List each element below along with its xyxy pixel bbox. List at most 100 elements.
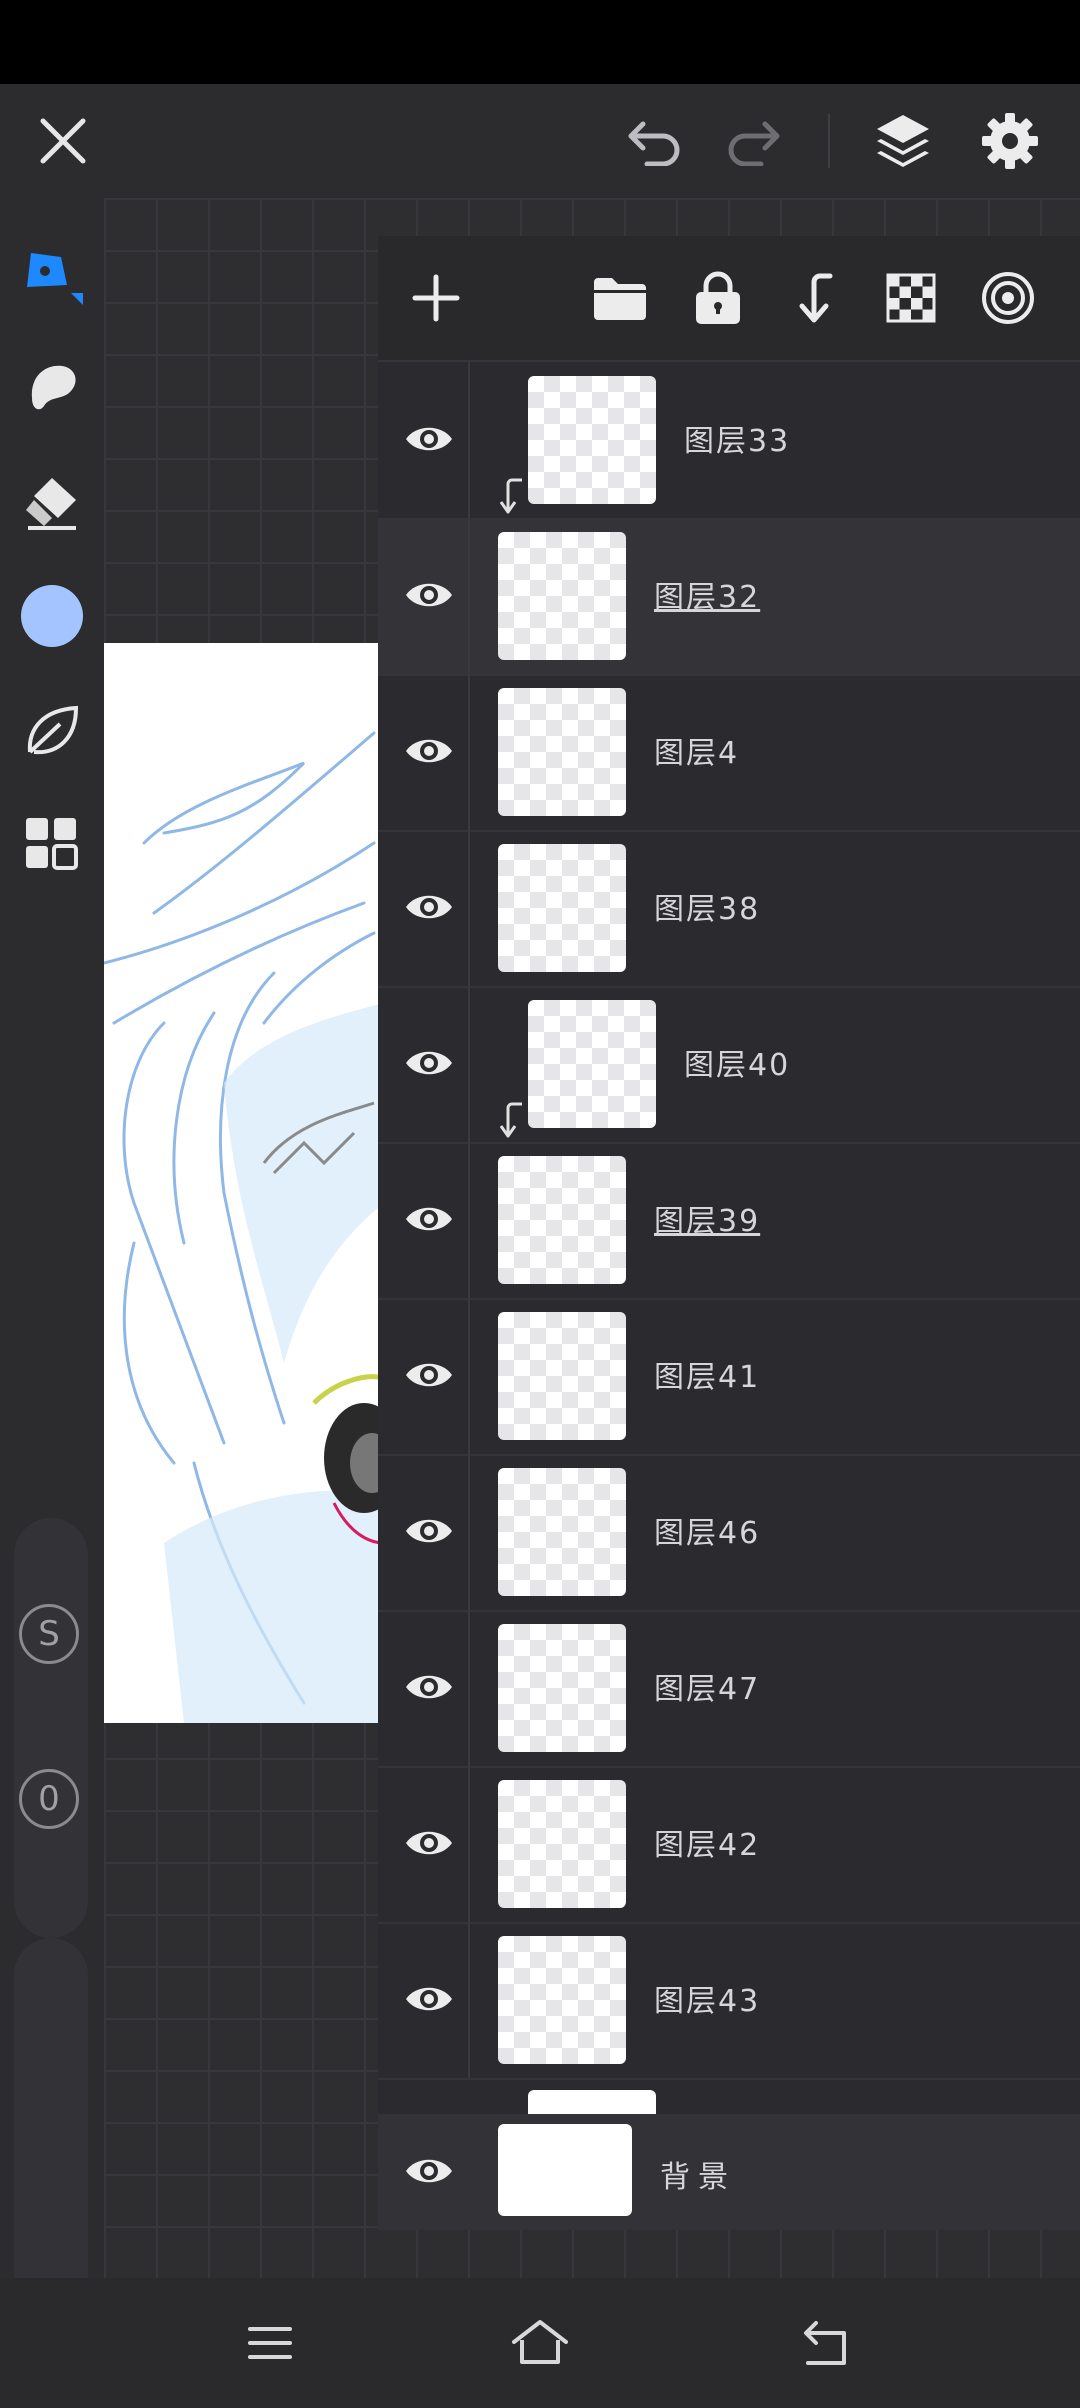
sketch-drawing: [104, 731, 384, 1723]
home-icon: [512, 2320, 568, 2364]
hidden-layer-thumbnail-peek: [528, 2090, 656, 2114]
background-thumbnail: [498, 2124, 632, 2216]
system-nav-bar: [0, 2278, 1080, 2408]
layer-thumbnail: [498, 1624, 626, 1752]
layer-row[interactable]: 图层40: [378, 986, 1080, 1144]
layer-row[interactable]: 图层32: [378, 518, 1080, 676]
layer-row[interactable]: 图层46: [378, 1454, 1080, 1612]
visibility-toggle[interactable]: [392, 1182, 466, 1256]
visibility-toggle[interactable]: [392, 558, 466, 632]
layer-name: 图层4: [654, 736, 740, 771]
brush-library-button[interactable]: [10, 688, 94, 772]
background-layer-row[interactable]: 背景: [378, 2114, 1080, 2230]
eye-icon: [406, 895, 452, 919]
layer-name: 图层38: [654, 892, 761, 927]
top-toolbar: [0, 84, 1080, 198]
visibility-column-divider: [468, 1454, 470, 1610]
lock-button[interactable]: [678, 258, 758, 338]
layer-row[interactable]: 图层33: [378, 362, 1080, 520]
visibility-toggle[interactable]: [392, 1806, 466, 1880]
reference-button[interactable]: [968, 258, 1048, 338]
layer-name: 图层32: [654, 580, 761, 615]
visibility-toggle[interactable]: [392, 870, 466, 944]
visibility-toggle[interactable]: [392, 1962, 466, 2036]
eye-icon: [406, 427, 452, 451]
smudge-tool-button[interactable]: [10, 346, 94, 430]
eye-icon: [406, 1207, 452, 1231]
settings-button[interactable]: [965, 84, 1055, 198]
pen-tool-button[interactable]: [10, 232, 94, 316]
layer-row[interactable]: 图层38: [378, 830, 1080, 988]
visibility-column-divider: [468, 830, 470, 986]
add-layer-button[interactable]: [396, 258, 476, 338]
eye-icon: [406, 1675, 452, 1699]
target-icon: [982, 272, 1034, 324]
grid-icon: [26, 818, 78, 870]
layer-row[interactable]: 图层41: [378, 1298, 1080, 1456]
home-button[interactable]: [490, 2298, 590, 2388]
menu-icon: [248, 2327, 292, 2359]
close-button[interactable]: [18, 84, 108, 198]
artwork-canvas[interactable]: [104, 643, 384, 1723]
brush-size-slider[interactable]: [14, 1518, 88, 1938]
layer-row[interactable]: 图层47: [378, 1610, 1080, 1768]
eye-icon: [406, 1051, 452, 1075]
redo-button[interactable]: [708, 84, 798, 198]
undo-icon: [628, 121, 680, 166]
back-button[interactable]: [775, 2298, 875, 2388]
transparency-button[interactable]: [871, 258, 951, 338]
back-icon: [804, 2321, 846, 2365]
menu-button[interactable]: [220, 2298, 320, 2388]
visibility-column-divider: [468, 1298, 470, 1454]
lock-icon: [696, 271, 740, 324]
visibility-column-divider: [468, 1142, 470, 1298]
layer-name: 图层46: [654, 1516, 761, 1551]
visibility-toggle[interactable]: [392, 1494, 466, 1568]
eye-icon: [406, 583, 452, 607]
layer-row[interactable]: 图层42: [378, 1766, 1080, 1924]
color-swatch-button[interactable]: [10, 574, 94, 658]
visibility-column-divider: [468, 674, 470, 830]
eraser-tool-button[interactable]: [10, 460, 94, 544]
eraser-icon: [26, 478, 76, 530]
layer-row[interactable]: 图层39: [378, 1142, 1080, 1300]
eye-icon: [406, 1519, 452, 1543]
eye-icon: [406, 1363, 452, 1387]
layer-name: 图层43: [654, 1984, 761, 2019]
visibility-toggle[interactable]: [392, 1650, 466, 1724]
visibility-toggle[interactable]: [392, 1026, 466, 1100]
layer-thumbnail: [498, 1780, 626, 1908]
folder-button[interactable]: [580, 258, 660, 338]
visibility-column-divider: [468, 986, 470, 1142]
clipping-mask-arrow-icon: [499, 478, 522, 514]
eye-icon: [406, 1987, 452, 2011]
merge-down-button[interactable]: [774, 258, 854, 338]
visibility-column-divider: [468, 1610, 470, 1766]
visibility-toggle[interactable]: [392, 1338, 466, 1412]
clipping-mask-arrow-icon: [499, 1102, 522, 1138]
layer-row[interactable]: 图层4: [378, 674, 1080, 832]
gallery-button[interactable]: [10, 802, 94, 886]
eye-icon: [406, 2159, 452, 2183]
visibility-toggle[interactable]: [392, 402, 466, 476]
layer-name: 图层47: [654, 1672, 761, 1707]
layer-thumbnail: [498, 1156, 626, 1284]
undo-button[interactable]: [610, 84, 700, 198]
layer-thumbnail: [498, 688, 626, 816]
close-icon: [40, 118, 86, 164]
layer-name: 图层40: [684, 1048, 791, 1083]
layers-button[interactable]: [858, 84, 948, 198]
merge-down-icon: [799, 273, 833, 323]
opacity-slider-badge: 0: [19, 1769, 79, 1829]
pen-icon: [27, 253, 83, 305]
smudge-icon: [31, 365, 76, 410]
layers-icon: [877, 115, 929, 167]
visibility-toggle[interactable]: [392, 714, 466, 788]
background-layer-name: 背景: [660, 2160, 736, 2195]
visibility-toggle[interactable]: [392, 2134, 466, 2208]
layer-row[interactable]: 图层43: [378, 1922, 1080, 2080]
eye-icon: [406, 739, 452, 763]
visibility-column-divider: [468, 362, 470, 518]
left-toolbar: [0, 198, 104, 2338]
layer-name: 图层42: [654, 1828, 761, 1863]
